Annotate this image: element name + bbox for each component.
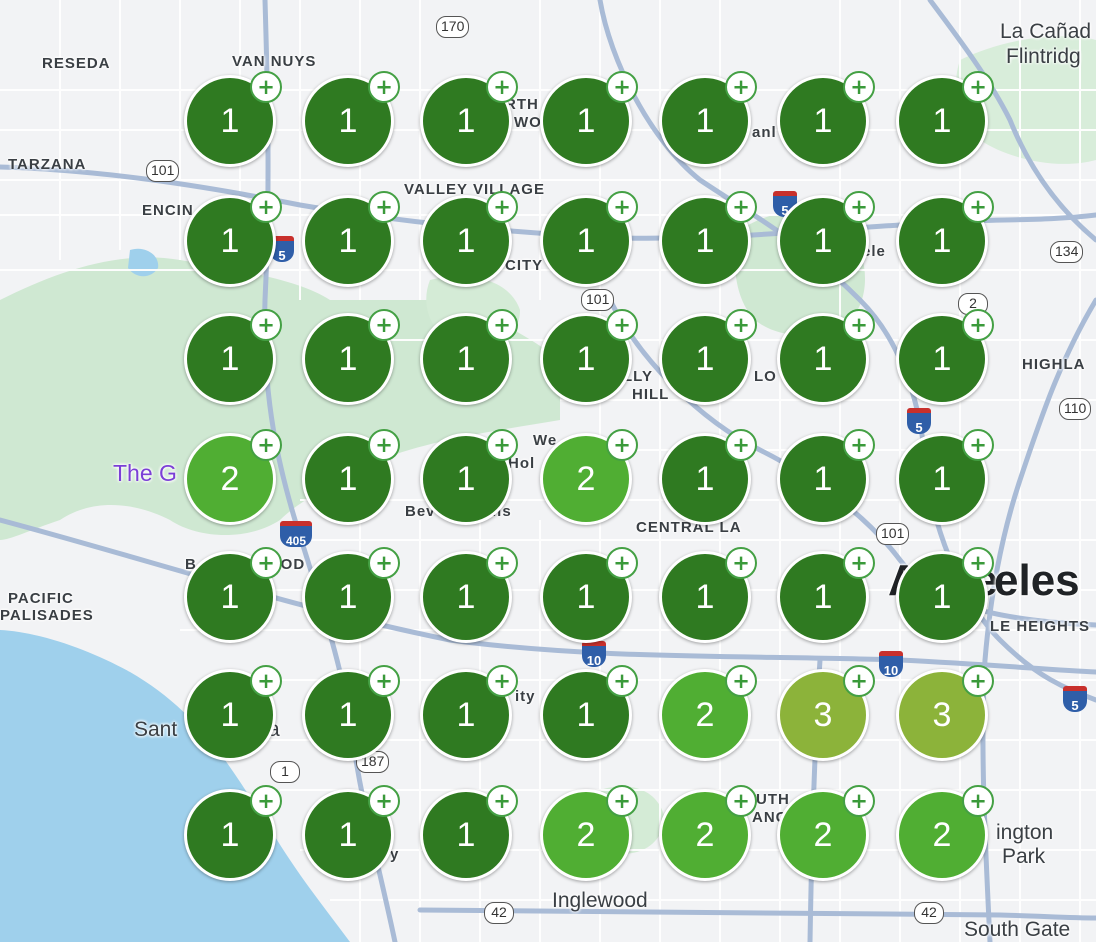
cluster-expand-plus-icon[interactable]: +	[250, 785, 282, 817]
route-shield: 134	[1050, 241, 1084, 263]
cluster-expand-plus-icon[interactable]: +	[606, 785, 638, 817]
cluster-expand-plus-icon[interactable]: +	[843, 665, 875, 697]
cluster-expand-plus-icon[interactable]: +	[486, 547, 518, 579]
route-shield: 42	[914, 902, 944, 924]
cluster-expand-plus-icon[interactable]: +	[843, 191, 875, 223]
route-shield: 42	[484, 902, 514, 924]
map-label: eles	[994, 556, 1080, 605]
cluster-expand-plus-icon[interactable]: +	[843, 785, 875, 817]
map-label: ington	[996, 821, 1054, 844]
cluster-expand-plus-icon[interactable]: +	[486, 665, 518, 697]
cluster-expand-plus-icon[interactable]: +	[606, 71, 638, 103]
cluster-expand-plus-icon[interactable]: +	[368, 309, 400, 341]
cluster-expand-plus-icon[interactable]: +	[962, 191, 994, 223]
map-label: LE HEIGHTS	[990, 618, 1091, 635]
route-shield: 101	[146, 160, 180, 182]
cluster-expand-plus-icon[interactable]: +	[486, 71, 518, 103]
cluster-expand-plus-icon[interactable]: +	[962, 785, 994, 817]
cluster-expand-plus-icon[interactable]: +	[250, 191, 282, 223]
cluster-expand-plus-icon[interactable]: +	[368, 429, 400, 461]
map-label: La Cañad	[1000, 20, 1092, 43]
map-label: HIGHLA	[1022, 356, 1086, 373]
cluster-expand-plus-icon[interactable]: +	[606, 547, 638, 579]
cluster-expand-plus-icon[interactable]: +	[843, 309, 875, 341]
map-label: WO	[514, 114, 542, 131]
cluster-expand-plus-icon[interactable]: +	[368, 665, 400, 697]
interstate-shield: 5	[907, 408, 931, 435]
interstate-shield: 5	[1063, 686, 1087, 713]
map-label: ENCIN	[142, 202, 194, 219]
route-shield: 101	[581, 289, 615, 311]
cluster-expand-plus-icon[interactable]: +	[250, 547, 282, 579]
cluster-expand-plus-icon[interactable]: +	[606, 309, 638, 341]
cluster-expand-plus-icon[interactable]: +	[962, 665, 994, 697]
cluster-expand-plus-icon[interactable]: +	[486, 785, 518, 817]
map-label: Hol	[508, 455, 536, 472]
cluster-expand-plus-icon[interactable]: +	[725, 309, 757, 341]
cluster-expand-plus-icon[interactable]: +	[250, 665, 282, 697]
cluster-expand-plus-icon[interactable]: +	[843, 429, 875, 461]
route-shield: 110	[1059, 398, 1092, 420]
cluster-expand-plus-icon[interactable]: +	[368, 71, 400, 103]
map-label: UTH	[756, 791, 790, 808]
poi-label: The G	[113, 460, 177, 486]
cluster-expand-plus-icon[interactable]: +	[368, 785, 400, 817]
cluster-expand-plus-icon[interactable]: +	[725, 71, 757, 103]
map-label: TARZANA	[8, 156, 87, 173]
cluster-expand-plus-icon[interactable]: +	[725, 547, 757, 579]
map-label: ity	[515, 688, 536, 705]
cluster-expand-plus-icon[interactable]: +	[725, 785, 757, 817]
map-label: Flintridg	[1006, 45, 1081, 68]
map-label: CITY	[505, 257, 544, 274]
map-label: Sant	[134, 718, 178, 741]
cluster-expand-plus-icon[interactable]: +	[606, 191, 638, 223]
cluster-expand-plus-icon[interactable]: +	[486, 309, 518, 341]
cluster-expand-plus-icon[interactable]: +	[250, 71, 282, 103]
interstate-shield: 10	[879, 651, 903, 678]
cluster-expand-plus-icon[interactable]: +	[962, 71, 994, 103]
map-label: VAN NUYS	[232, 53, 317, 70]
cluster-expand-plus-icon[interactable]: +	[606, 665, 638, 697]
map-label: anl	[752, 124, 777, 141]
route-shield: 1	[270, 761, 300, 783]
map-label: Park	[1002, 845, 1046, 868]
cluster-expand-plus-icon[interactable]: +	[843, 71, 875, 103]
cluster-expand-plus-icon[interactable]: +	[962, 309, 994, 341]
cluster-expand-plus-icon[interactable]: +	[486, 429, 518, 461]
interstate-shield: 10	[582, 641, 606, 668]
interstate-shield: 405	[280, 521, 312, 548]
cluster-expand-plus-icon[interactable]: +	[962, 547, 994, 579]
route-shield: 101	[876, 523, 910, 545]
map-label: LO	[754, 368, 777, 385]
map-label: RESEDA	[42, 55, 111, 72]
cluster-expand-plus-icon[interactable]: +	[486, 191, 518, 223]
cluster-expand-plus-icon[interactable]: +	[368, 191, 400, 223]
cluster-expand-plus-icon[interactable]: +	[606, 429, 638, 461]
cluster-expand-plus-icon[interactable]: +	[725, 429, 757, 461]
cluster-expand-plus-icon[interactable]: +	[962, 429, 994, 461]
map-view[interactable]: RESEDA VAN NUYS TARZANA ENCIN VALLEY VILLAGE…	[0, 0, 1096, 942]
cluster-expand-plus-icon[interactable]: +	[725, 191, 757, 223]
route-shield: 170	[436, 16, 470, 38]
map-label: HILL	[632, 386, 670, 403]
cluster-expand-plus-icon[interactable]: +	[725, 665, 757, 697]
map-label: PALISADES	[0, 607, 94, 624]
map-label: PACIFIC	[8, 590, 74, 607]
map-label: Inglewood	[552, 889, 648, 912]
cluster-expand-plus-icon[interactable]: +	[843, 547, 875, 579]
cluster-expand-plus-icon[interactable]: +	[368, 547, 400, 579]
map-label: South Gate	[964, 918, 1071, 941]
cluster-expand-plus-icon[interactable]: +	[250, 309, 282, 341]
cluster-expand-plus-icon[interactable]: +	[250, 429, 282, 461]
